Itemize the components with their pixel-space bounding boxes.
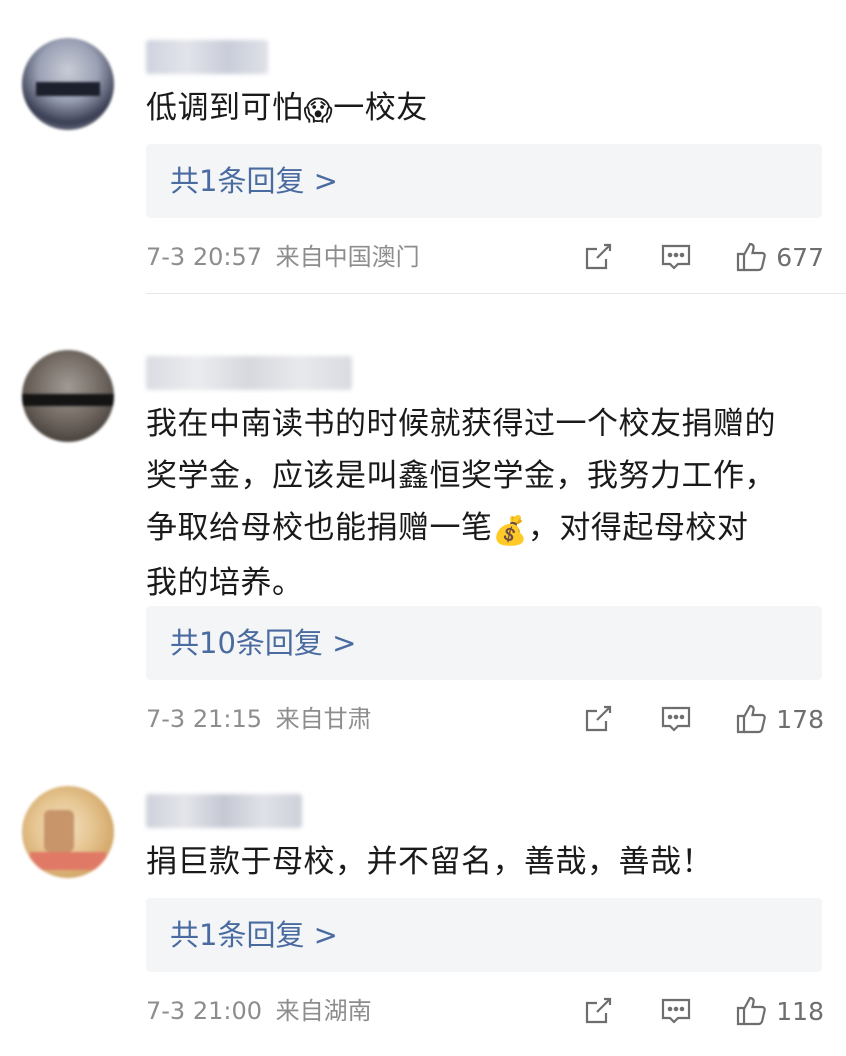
thumbs-up-icon [737, 242, 767, 272]
like-button[interactable]: 118 [734, 994, 824, 1028]
like-count: 677 [776, 242, 824, 272]
share-icon [586, 997, 612, 1024]
location: 来自甘肃 [275, 705, 372, 733]
comment-text-part: 一校友 [333, 90, 428, 126]
comment-text-line: 我在中南读书的时候就获得过一个校友捐赠的 [146, 406, 776, 442]
avatar[interactable] [22, 350, 114, 442]
comment-icon [662, 706, 691, 732]
location: 来自中国澳门 [275, 243, 420, 271]
comment-meta: 7-3 21:00 来自湖南 [146, 995, 372, 1027]
comment-button[interactable] [660, 995, 692, 1027]
like-button[interactable]: 677 [734, 240, 824, 274]
comment-meta: 7-3 20:57 来自中国澳门 [146, 241, 420, 273]
username-blurred[interactable] [146, 40, 268, 74]
thumbs-up-icon [737, 996, 767, 1026]
share-button[interactable] [582, 241, 614, 273]
comment-actions: 178 [582, 699, 824, 739]
comment-text-line: 奖学金，应该是叫鑫恒奖学金，我努力工作， [146, 458, 776, 494]
share-button[interactable] [582, 995, 614, 1027]
scream-emoji-icon: 😱 [303, 94, 334, 127]
timestamp: 7-3 20:57 [146, 243, 262, 271]
comment-button[interactable] [660, 241, 692, 273]
money-bag-emoji-icon: 💰 [492, 514, 528, 547]
comment-text-line: 我的培养。 [146, 565, 304, 601]
comment-icon [662, 244, 691, 270]
username-blurred[interactable] [146, 794, 302, 828]
view-replies-button[interactable]: 共1条回复 > [146, 898, 822, 972]
comment-text-part: 低调到可怕 [146, 90, 304, 126]
username-blurred[interactable] [146, 356, 352, 390]
comment-button[interactable] [660, 703, 692, 735]
comment-actions: 677 [582, 237, 824, 277]
location: 来自湖南 [275, 997, 372, 1025]
share-icon [586, 243, 612, 270]
view-replies-button[interactable]: 共10条回复 > [146, 606, 822, 680]
avatar[interactable] [22, 786, 114, 878]
share-icon [586, 705, 612, 732]
like-count: 118 [776, 996, 824, 1026]
like-count: 178 [776, 704, 824, 734]
comment-actions: 118 [582, 991, 824, 1031]
comment-text: 捐巨款于母校，并不留名，善哉，善哉！ [146, 844, 713, 880]
comment-text-line-with-emoji: 争取给母校也能捐赠一笔💰，对得起母校对 [146, 502, 826, 557]
comment-text: 低调到可怕😱一校友 [146, 82, 826, 137]
view-replies-button[interactable]: 共1条回复 > [146, 144, 822, 218]
avatar[interactable] [22, 38, 114, 130]
comment-text-part: 争取给母校也能捐赠一笔 [146, 510, 493, 546]
divider [146, 293, 846, 294]
timestamp: 7-3 21:15 [146, 705, 262, 733]
comment-meta: 7-3 21:15 来自甘肃 [146, 703, 372, 735]
like-button[interactable]: 178 [734, 702, 824, 736]
comment-text: 我在中南读书的时候就获得过一个校友捐赠的 奖学金，应该是叫鑫恒奖学金，我努力工作… [146, 398, 826, 609]
comment-icon [662, 998, 691, 1024]
share-button[interactable] [582, 703, 614, 735]
timestamp: 7-3 21:00 [146, 997, 262, 1025]
comment-text-part: ，对得起母校对 [527, 510, 749, 546]
thumbs-up-icon [737, 704, 767, 734]
